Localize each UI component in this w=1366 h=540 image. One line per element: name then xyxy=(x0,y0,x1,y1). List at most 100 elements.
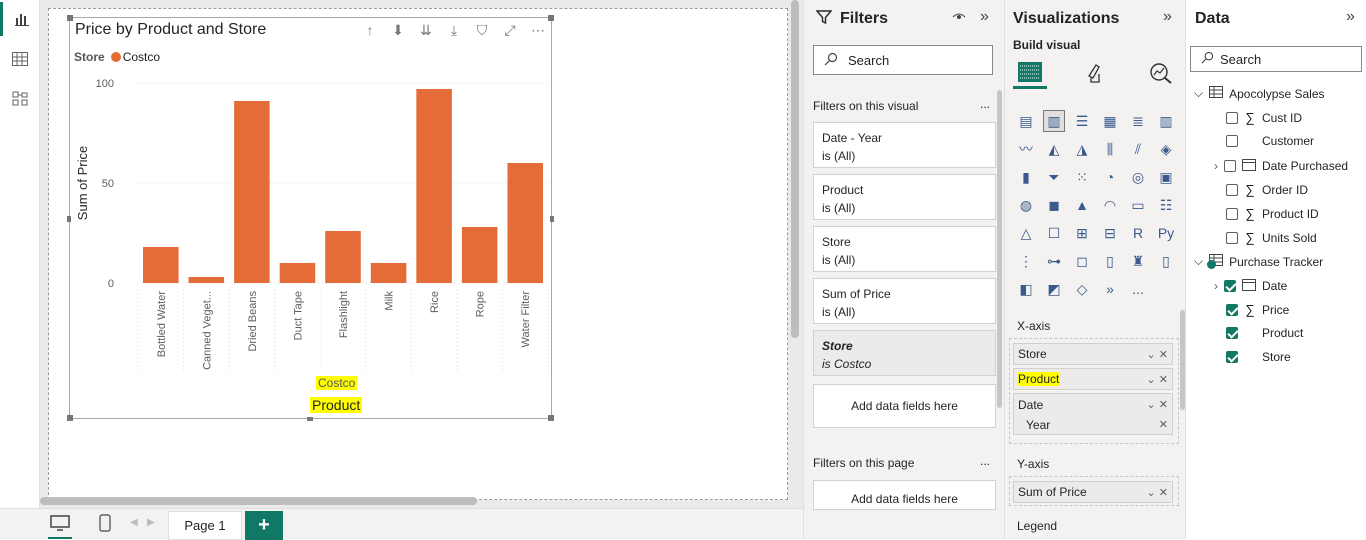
chevron-down-icon[interactable]: ⌄ ✕ xyxy=(1147,348,1169,361)
line-chart-icon[interactable]: 〰 xyxy=(1015,138,1037,160)
pie-chart-icon[interactable]: ◔ xyxy=(1099,166,1121,188)
report-page[interactable]: Price by Product and Store ↑ ⬇ ⇊ ⤓ ⛉ ⤢ ⋯… xyxy=(48,8,788,500)
checkbox-checked[interactable] xyxy=(1226,351,1238,363)
checkbox[interactable] xyxy=(1226,111,1238,124)
table-icon[interactable]: ⊞ xyxy=(1071,222,1093,244)
gauge-icon[interactable]: ◠ xyxy=(1099,194,1121,216)
y-axis-field-sum-of-price[interactable]: Sum of Price ⌄ ✕ xyxy=(1013,481,1173,503)
kpi-icon[interactable]: △ xyxy=(1015,222,1037,244)
field-price[interactable]: ∑ Price xyxy=(1226,302,1289,317)
matrix-icon[interactable]: ⊟ xyxy=(1099,222,1121,244)
drill-down-icon[interactable]: ⬇ xyxy=(389,22,407,39)
field-store[interactable]: Store xyxy=(1226,350,1291,364)
checkbox-checked[interactable] xyxy=(1224,280,1236,292)
stacked-bar-100-icon[interactable]: ☰ xyxy=(1071,110,1093,132)
field-units-sold[interactable]: ∑ Units Sold xyxy=(1226,230,1317,245)
checkbox[interactable] xyxy=(1226,183,1238,196)
line-column-icon[interactable]: ⫼ xyxy=(1099,138,1121,160)
scatter-icon[interactable]: ⁙ xyxy=(1071,166,1093,188)
checkbox[interactable] xyxy=(1226,207,1238,220)
field-product[interactable]: Product xyxy=(1226,326,1303,340)
power-automate-icon[interactable]: ◩ xyxy=(1043,278,1065,300)
card-icon[interactable]: ▭ xyxy=(1127,194,1149,216)
bar[interactable] xyxy=(370,263,407,283)
filter-card-product[interactable]: Product is (All) xyxy=(813,174,996,220)
azure-map-icon[interactable]: ▲ xyxy=(1071,194,1093,216)
chevron-icon[interactable]: » xyxy=(1099,278,1121,300)
checkbox-checked[interactable] xyxy=(1226,327,1238,339)
key-influencers-icon[interactable]: ⋮ xyxy=(1015,250,1037,272)
add-data-fields-visual[interactable]: Add data fields here xyxy=(813,384,996,428)
page-tab[interactable]: Page 1 xyxy=(168,511,242,540)
bar-100-icon[interactable]: ≣ xyxy=(1127,110,1149,132)
funnel-icon[interactable]: ⏷ xyxy=(1043,166,1065,188)
add-page-button[interactable]: + xyxy=(245,511,283,540)
bar[interactable] xyxy=(416,89,452,283)
format-visual-icon[interactable] xyxy=(1085,62,1107,87)
chevron-down-icon[interactable]: ⌄ ✕ xyxy=(1147,373,1169,386)
field-cust-id[interactable]: ∑ Cust ID xyxy=(1226,110,1302,125)
filter-card-store-costco[interactable]: Store is Costco xyxy=(813,330,996,376)
treemap-icon[interactable]: ▣ xyxy=(1155,166,1177,188)
more-options-icon[interactable]: ... xyxy=(980,454,990,468)
chevron-down-icon[interactable]: ⌄ ✕ xyxy=(1147,398,1169,411)
bar[interactable] xyxy=(507,163,543,283)
chevron-right-icon[interactable]: › xyxy=(1214,279,1218,293)
map-icon[interactable]: ◍ xyxy=(1015,194,1037,216)
field-date-purchased[interactable]: › Date Purchased xyxy=(1214,158,1348,174)
checkbox-checked[interactable] xyxy=(1226,303,1238,316)
multirow-card-icon[interactable]: ☷ xyxy=(1155,194,1177,216)
collapse-filters-icon[interactable]: » xyxy=(980,8,989,26)
filter-card-store[interactable]: Store is (All) xyxy=(813,226,996,272)
analytics-icon[interactable] xyxy=(1149,62,1173,87)
metrics-icon[interactable]: ♜ xyxy=(1127,250,1149,272)
x-axis-field-product[interactable]: Product ⌄ ✕ xyxy=(1013,368,1173,390)
add-data-fields-page[interactable]: Add data fields here xyxy=(813,480,996,510)
checkbox[interactable] xyxy=(1226,231,1238,244)
canvas-horizontal-scrollbar[interactable] xyxy=(40,497,477,505)
r-visual-icon[interactable]: R xyxy=(1127,222,1149,244)
x-axis-field-store[interactable]: Store ⌄ ✕ xyxy=(1013,343,1173,365)
chevron-down-icon[interactable]: ⌵ xyxy=(1194,86,1203,101)
filled-map-icon[interactable]: ◼ xyxy=(1043,194,1065,216)
model-view-icon[interactable] xyxy=(0,82,40,116)
stacked-area-icon[interactable]: ◮ xyxy=(1071,138,1093,160)
table-purchase-tracker[interactable]: ⌵ Purchase Tracker xyxy=(1194,254,1323,269)
power-apps-icon[interactable]: ◧ xyxy=(1015,278,1037,300)
chevron-right-icon[interactable]: › xyxy=(1214,159,1218,173)
expand-hierarchy-icon[interactable]: ⤓ xyxy=(445,22,463,39)
next-page-icon[interactable]: ▶ xyxy=(147,517,155,528)
close-icon[interactable]: ✕ xyxy=(1159,418,1168,431)
donut-chart-icon[interactable]: ◎ xyxy=(1127,166,1149,188)
bar[interactable] xyxy=(143,247,179,283)
data-search-input[interactable]: Search xyxy=(1190,46,1362,72)
canvas-vertical-scrollbar[interactable] xyxy=(791,0,799,338)
table-apocolypse-sales[interactable]: ⌵ Apocolypse Sales xyxy=(1194,86,1325,101)
collapse-visualizations-icon[interactable]: » xyxy=(1163,8,1172,26)
bar[interactable] xyxy=(234,101,270,283)
chevron-down-icon[interactable]: ⌵ xyxy=(1194,254,1203,269)
focus-mode-icon[interactable]: ⤢ xyxy=(501,22,519,39)
report-view-icon[interactable] xyxy=(0,2,40,36)
smart-narrative-icon[interactable]: ▯ xyxy=(1099,250,1121,272)
bar[interactable] xyxy=(325,231,361,283)
qna-icon[interactable]: ◻ xyxy=(1071,250,1093,272)
prev-page-icon[interactable]: ◀ xyxy=(130,517,138,528)
checkbox[interactable] xyxy=(1226,135,1238,147)
filters-scrollbar[interactable] xyxy=(997,90,1002,408)
line-clustered-icon[interactable]: ⫽ xyxy=(1127,138,1149,160)
waterfall-icon[interactable]: ▮ xyxy=(1015,166,1037,188)
filters-search-input[interactable]: Search xyxy=(813,45,993,75)
x-axis-field-date[interactable]: Date ⌄ ✕ Year ✕ xyxy=(1013,393,1173,435)
clustered-column-icon[interactable]: ▥ xyxy=(1043,110,1065,132)
collapse-data-icon[interactable]: » xyxy=(1346,8,1355,26)
bar[interactable] xyxy=(188,277,225,283)
more-options-icon[interactable]: ... xyxy=(980,97,990,111)
more-visuals-icon[interactable]: ... xyxy=(1127,278,1149,300)
filter-card-date-year[interactable]: Date - Year is (All) xyxy=(813,122,996,168)
slicer-icon[interactable]: ☐ xyxy=(1043,222,1065,244)
chevron-down-icon[interactable]: ⌄ ✕ xyxy=(1147,486,1169,499)
legend-item[interactable]: Costco xyxy=(123,50,160,64)
filter-card-sum-of-price[interactable]: Sum of Price is (All) xyxy=(813,278,996,324)
bar[interactable] xyxy=(461,227,498,283)
